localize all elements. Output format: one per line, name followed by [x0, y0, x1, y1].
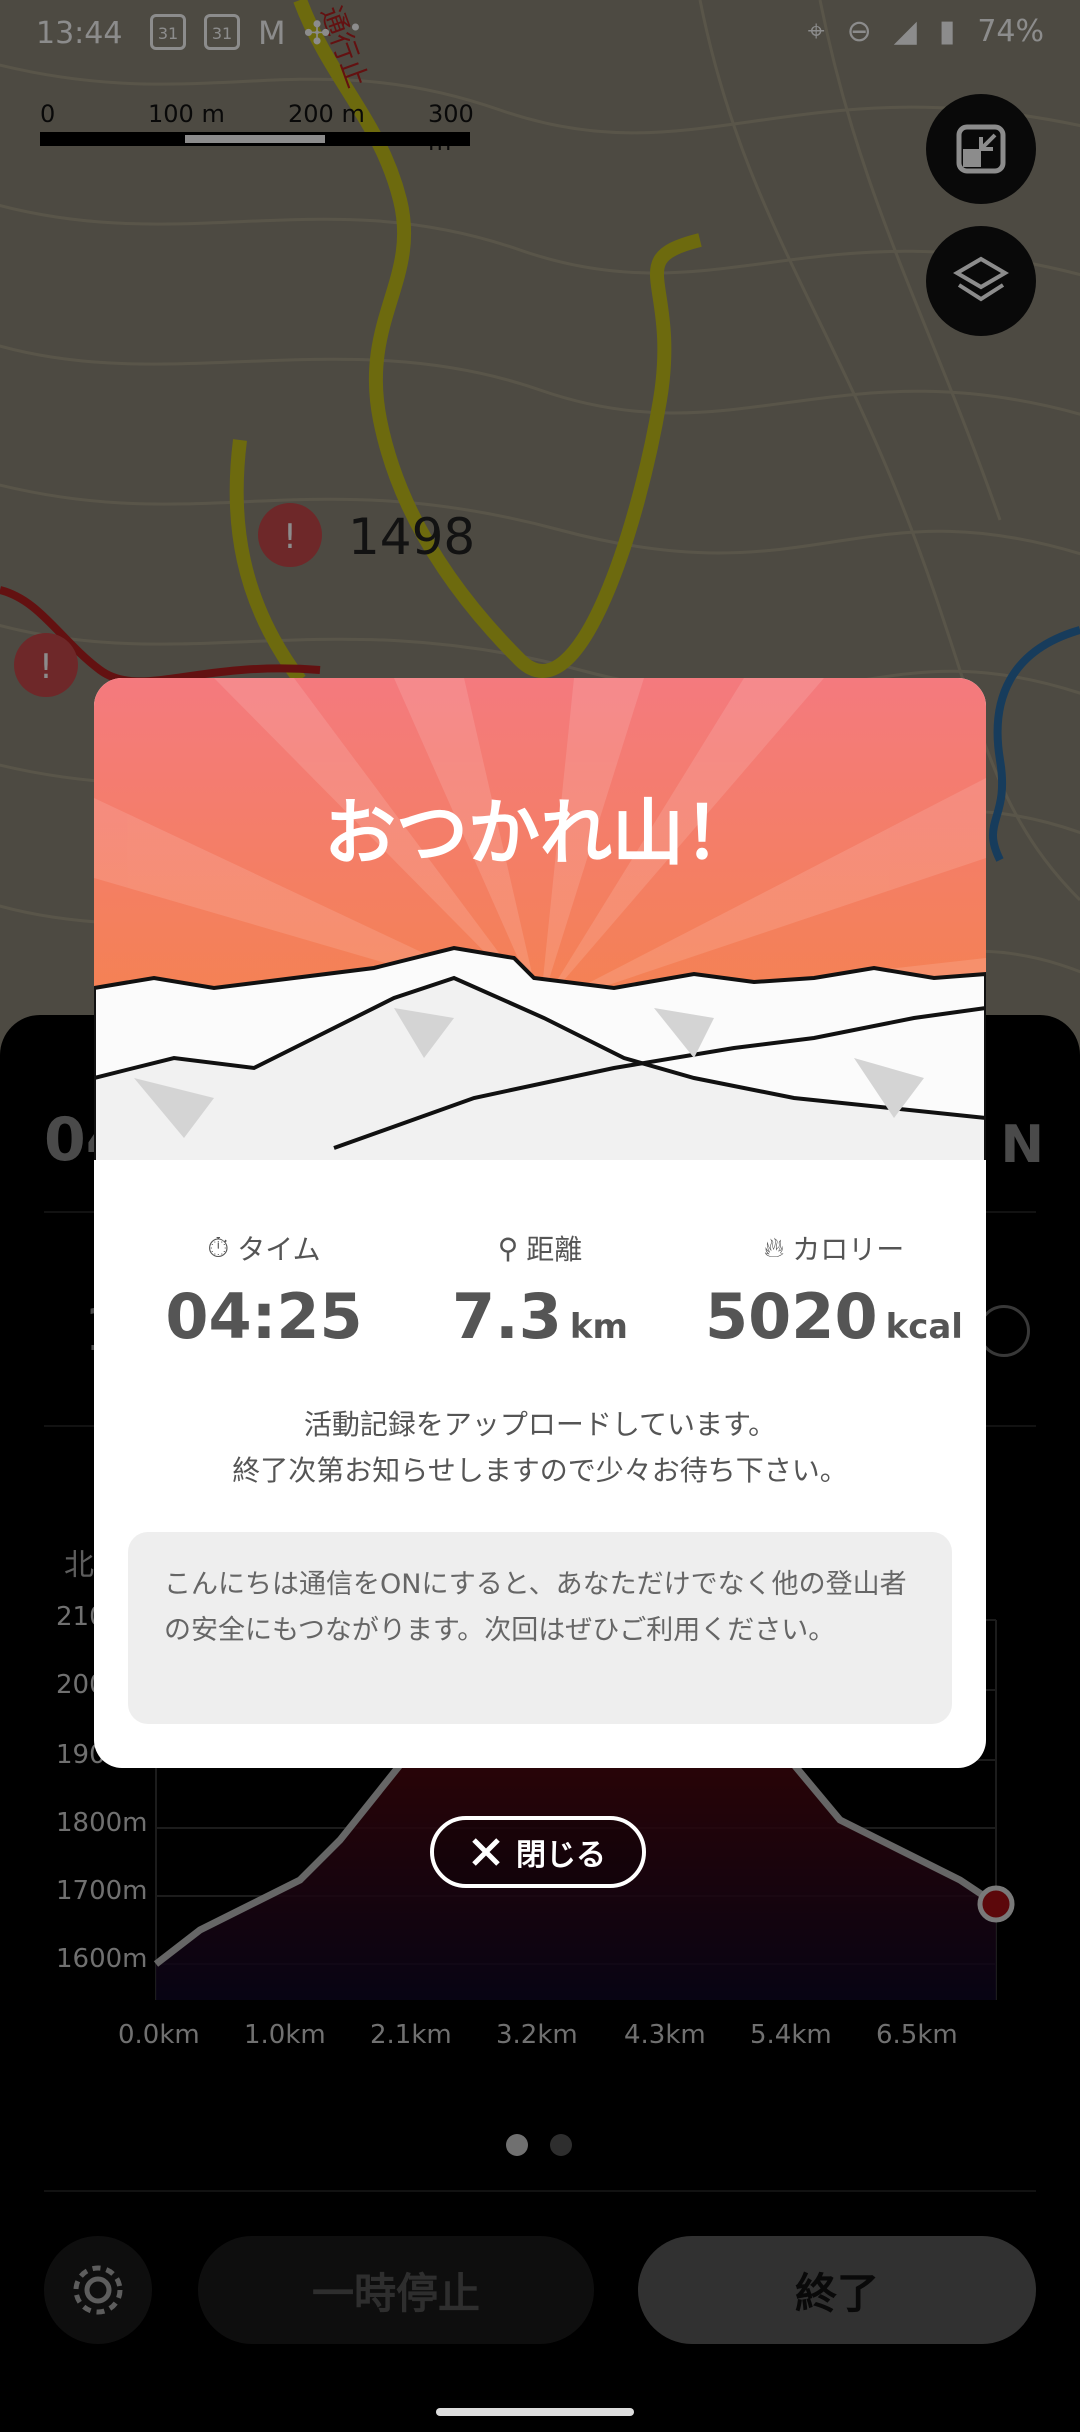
close-icon [472, 1838, 500, 1866]
stopwatch-icon: ⏱ [207, 1231, 230, 1264]
distance-label: 距離 [526, 1233, 583, 1266]
activity-stats: ⏱ タイム 04:25 ⚲ 距離 7.3 km 🔥︎ カロリー 5020 kcal [94, 1228, 986, 1378]
distance-stat: ⚲ 距離 7.3 km [390, 1228, 690, 1354]
calorie-value: 5020 [705, 1280, 878, 1353]
calorie-unit: kcal [885, 1307, 963, 1347]
upload-message: 活動記録をアップロードしています。 終了次第お知らせしますので少々お待ち下さい。 [94, 1402, 986, 1494]
completion-dialog: おつかれ山！ ⏱ タイム 04:25 ⚲ 距離 7.3 km 🔥︎ カロリー 5020 k… [94, 678, 986, 1768]
connectivity-notice: こんにちは通信をONにすると、あなただけでなく他の登山者の安全にもつながります。… [128, 1532, 952, 1724]
calorie-stat: 🔥︎ カロリー 5020 kcal [684, 1228, 984, 1353]
upload-message-line: 終了次第お知らせしますので少々お待ち下さい。 [232, 1454, 848, 1487]
distance-value: 7.3 [452, 1280, 562, 1353]
time-stat: ⏱ タイム 04:25 [114, 1228, 414, 1353]
time-label: タイム [237, 1233, 321, 1266]
close-button[interactable]: 閉じる [430, 1816, 646, 1888]
time-value: 04:25 [165, 1280, 363, 1353]
mountain-illustration [94, 678, 986, 1188]
upload-message-line: 活動記録をアップロードしています。 [303, 1408, 777, 1441]
dialog-title: おつかれ山！ [323, 791, 756, 875]
calorie-label: カロリー [792, 1233, 905, 1266]
flame-icon: 🔥︎ [763, 1231, 785, 1264]
distance-unit: km [569, 1307, 628, 1347]
home-indicator[interactable] [436, 2408, 634, 2416]
route-icon: ⚲ [497, 1231, 519, 1265]
close-label: 閉じる [516, 1838, 606, 1873]
